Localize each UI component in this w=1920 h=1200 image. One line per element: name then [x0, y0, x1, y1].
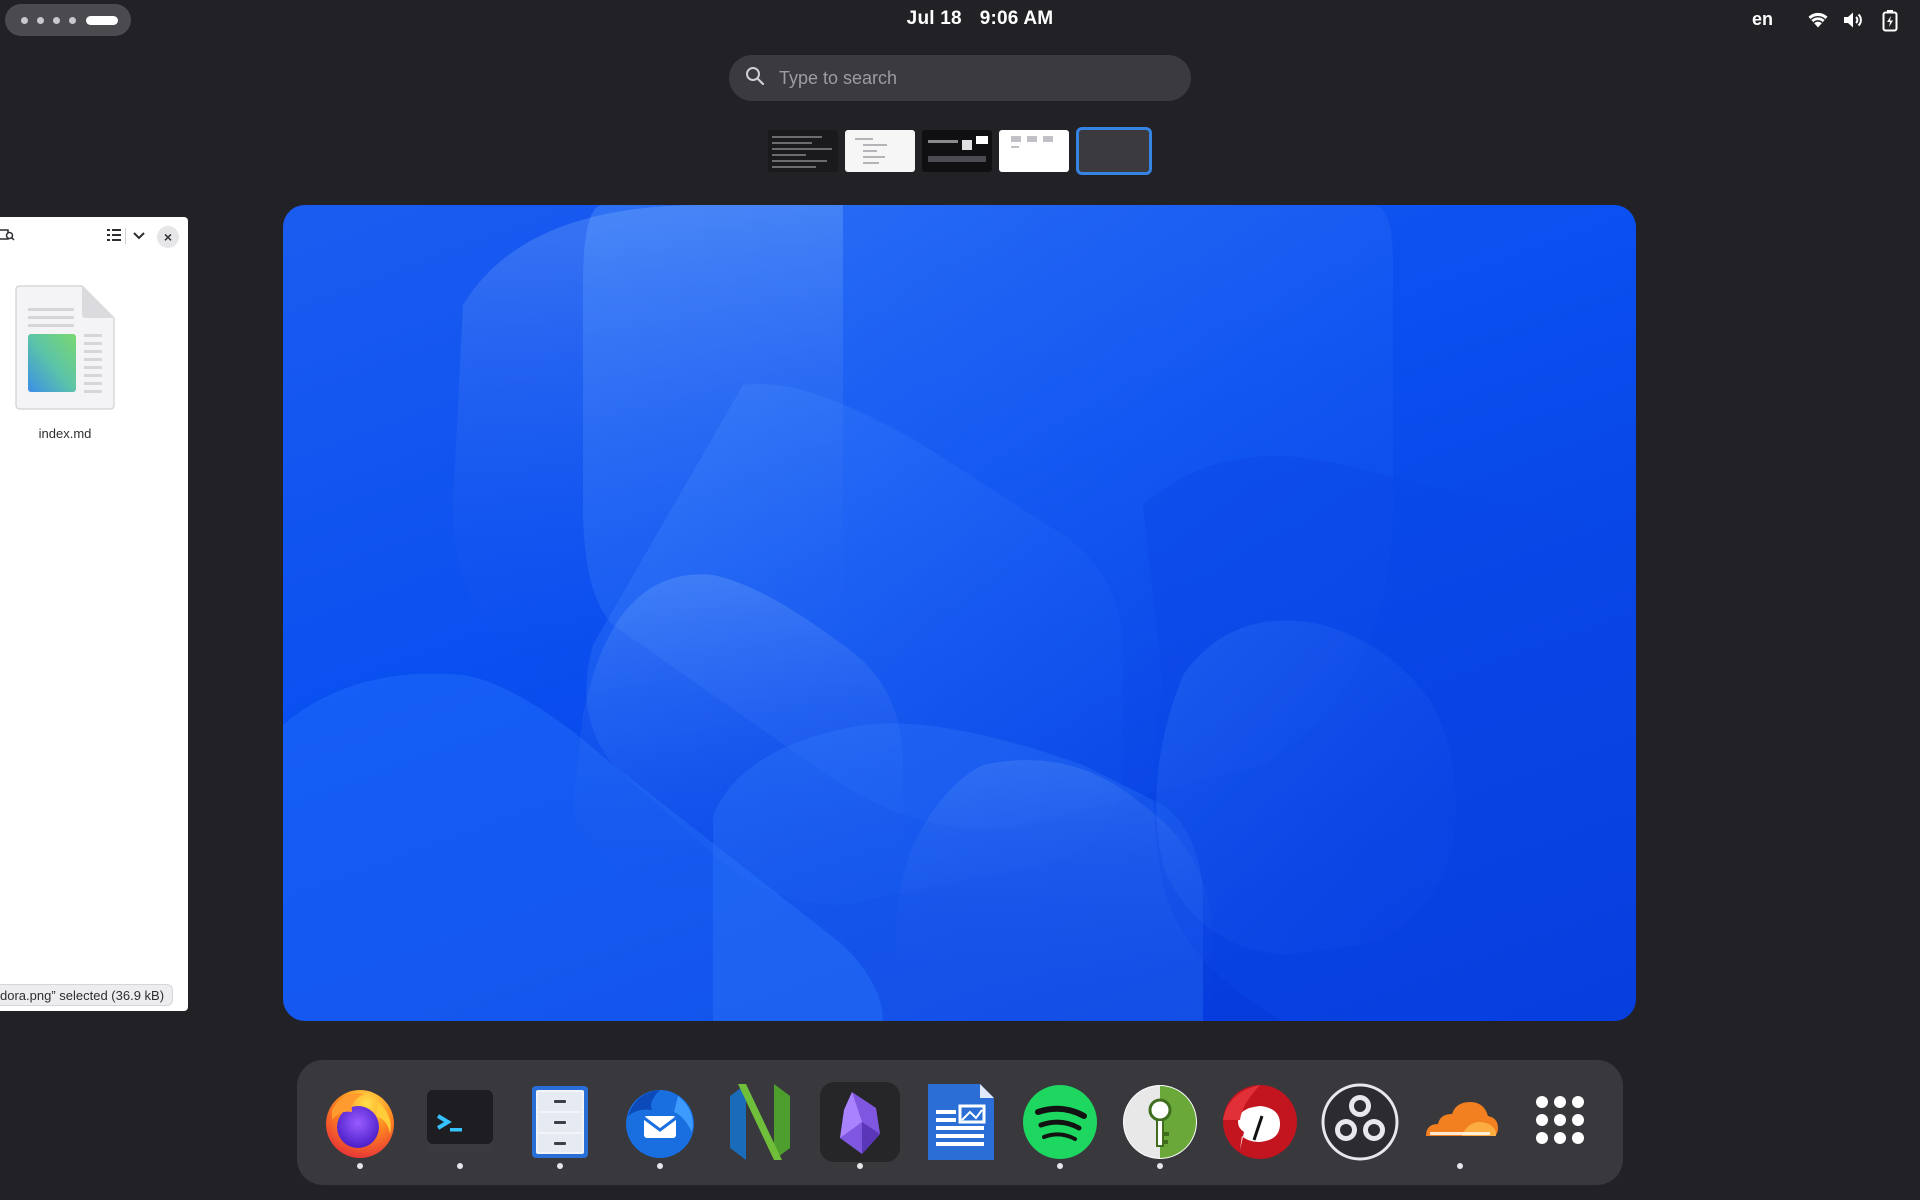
workspace-thumbnail-5-active[interactable]: [1076, 127, 1152, 175]
file-cabinet-icon[interactable]: [518, 1080, 602, 1164]
obs-icon[interactable]: [1318, 1080, 1402, 1164]
workspace-thumbnail-1[interactable]: [768, 130, 838, 172]
wifi-icon[interactable]: [1806, 8, 1832, 32]
file-manager-window[interactable]: × index.md dora.png” selected (36.9 kB): [0, 217, 188, 1011]
writer-icon[interactable]: [918, 1080, 1002, 1164]
keyboard-language-indicator[interactable]: en: [1752, 9, 1773, 30]
file-name-label[interactable]: index.md: [0, 426, 130, 441]
chevron-down-icon[interactable]: [132, 227, 146, 248]
markdown-file-icon[interactable]: [14, 284, 116, 411]
search-location-icon[interactable]: [0, 227, 16, 248]
red-chat-icon[interactable]: [1218, 1080, 1302, 1164]
workspace-thumbnails: [768, 126, 1154, 176]
running-indicator: [457, 1163, 463, 1169]
keepass-icon[interactable]: [1118, 1080, 1202, 1164]
obsidian-icon[interactable]: [818, 1080, 902, 1164]
running-indicator: [1057, 1163, 1063, 1169]
clock-button[interactable]: Jul 18 9:06 AM: [880, 8, 1080, 32]
neovim-icon[interactable]: [718, 1080, 802, 1164]
search-input[interactable]: [779, 67, 1159, 89]
workspace-thumbnail-2[interactable]: [845, 130, 915, 172]
workspace-dot: [37, 16, 44, 24]
running-indicator: [657, 1163, 663, 1169]
time-label: 9:06 AM: [979, 8, 1054, 29]
volume-icon[interactable]: [1841, 8, 1867, 32]
activities-button[interactable]: [5, 4, 131, 36]
file-manager-header: ×: [0, 217, 188, 255]
running-indicator: [857, 1163, 863, 1169]
cloudflare-icon[interactable]: [1418, 1080, 1502, 1164]
workspace-preview-wallpaper[interactable]: [283, 205, 1636, 1021]
selection-status-bar: dora.png” selected (36.9 kB): [0, 984, 174, 1006]
running-indicator: [557, 1163, 563, 1169]
running-indicator: [1457, 1163, 1463, 1169]
terminal-icon[interactable]: [418, 1080, 502, 1164]
list-view-icon[interactable]: [106, 227, 122, 248]
overview-search-box[interactable]: [729, 55, 1191, 101]
workspace-dot: [21, 16, 28, 24]
workspace-dot: [53, 16, 60, 24]
workspace-thumbnail-4[interactable]: [999, 130, 1069, 172]
workspace-thumbnail-3[interactable]: [922, 130, 992, 172]
thunderbird-icon[interactable]: [618, 1080, 702, 1164]
running-indicator: [357, 1163, 363, 1169]
firefox-icon[interactable]: [318, 1080, 402, 1164]
running-indicator: [1157, 1163, 1163, 1169]
search-icon: [745, 66, 765, 91]
header-separator: [125, 228, 126, 244]
top-bar: Jul 18 9:06 AM en: [0, 0, 1920, 38]
close-icon[interactable]: ×: [157, 226, 179, 248]
date-label: Jul 18: [906, 8, 962, 29]
workspace-dot: [69, 16, 76, 24]
battery-charging-icon[interactable]: [1878, 8, 1904, 32]
app-grid-icon[interactable]: [1518, 1080, 1602, 1164]
spotify-icon[interactable]: [1018, 1080, 1102, 1164]
active-workspace-indicator: [86, 15, 118, 25]
